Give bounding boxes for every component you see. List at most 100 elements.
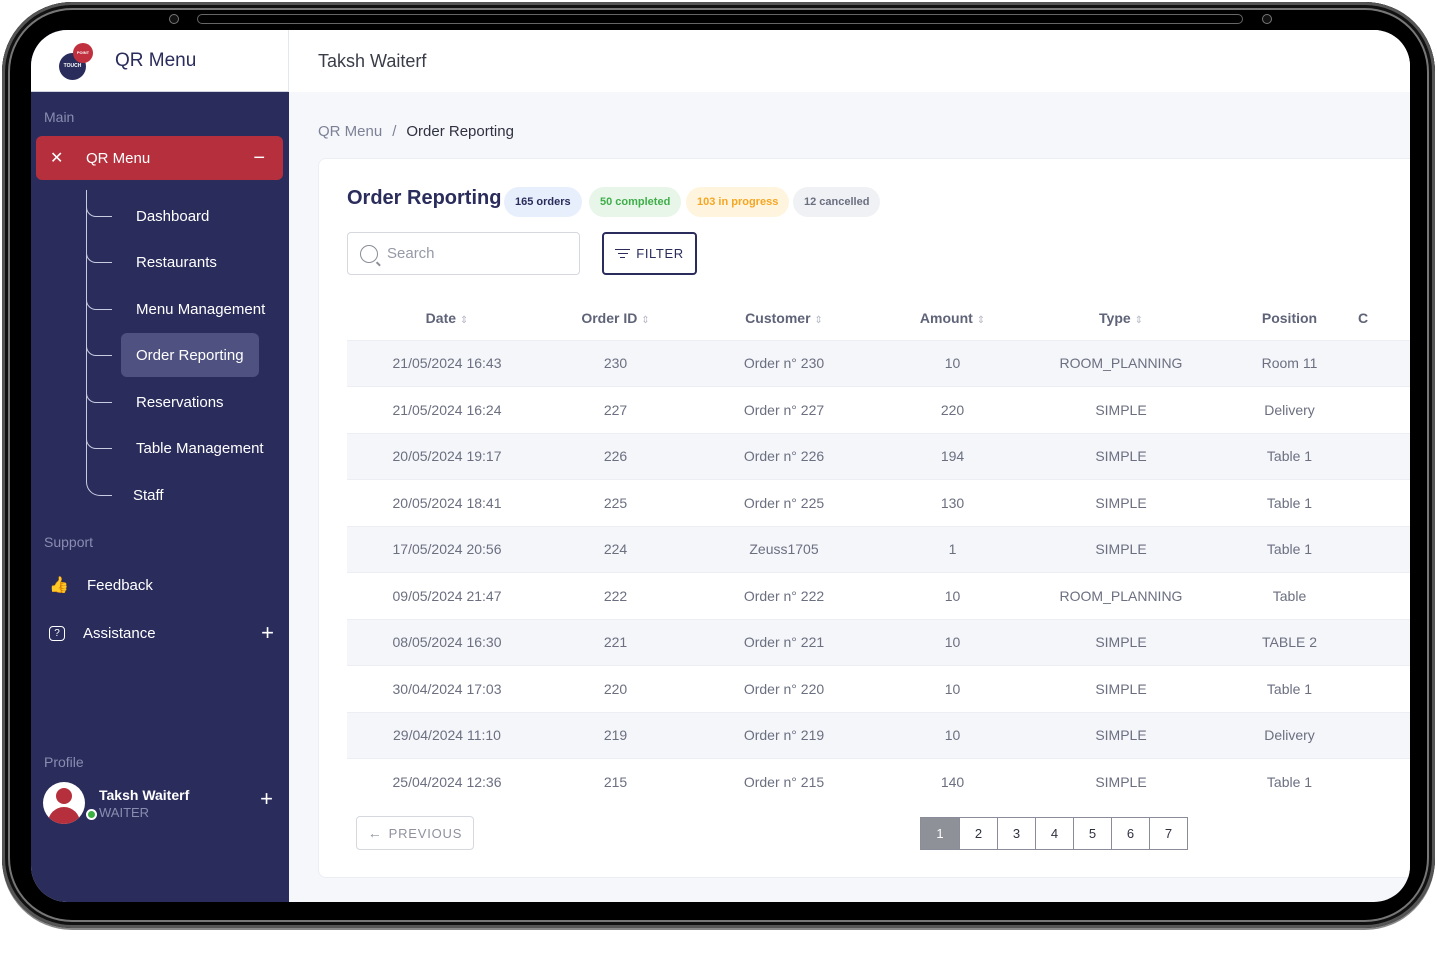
table-cell: Order n° 225 — [684, 479, 884, 526]
sort-icon[interactable]: ⇕ — [814, 315, 822, 326]
collapse-icon[interactable]: − — [253, 147, 265, 170]
table-row[interactable]: 08/05/2024 16:30 221 Order n° 221 10 SIMPLE T… — [347, 618, 1410, 666]
sidebar-item-feedback[interactable]: 👍 Feedback — [49, 570, 274, 600]
search-box[interactable] — [347, 232, 580, 275]
table-row[interactable]: 21/05/2024 16:43 230 Order n° 230 10 ROOM_PL… — [347, 339, 1410, 387]
column-header[interactable]: Type ⇕ — [1021, 296, 1221, 340]
table-cell: 222 — [547, 572, 684, 619]
page-button[interactable]: 4 — [1035, 818, 1073, 849]
sort-icon[interactable]: ⇕ — [641, 315, 649, 326]
sidebar-item-dashboard[interactable]: Dashboard — [121, 194, 259, 238]
table-row[interactable]: 20/05/2024 18:41 225 Order n° 225 130 SIMPLE… — [347, 479, 1410, 526]
sidebar-item-staff[interactable]: Staff — [118, 473, 256, 517]
sidebar-item-order-reporting[interactable]: Order Reporting — [121, 333, 259, 377]
table-cell: Delivery — [1221, 386, 1358, 433]
table-cell — [1358, 665, 1410, 712]
table-row[interactable]: 25/04/2024 12:36 215 Order n° 215 140 SIMPLE… — [347, 758, 1410, 805]
table-cell: ROOM_PLANNING — [1021, 572, 1221, 619]
camera-dot — [169, 14, 179, 24]
sidebar-item-assistance[interactable]: ? Assistance + — [49, 618, 274, 648]
table-cell: SIMPLE — [1021, 432, 1221, 480]
sidebar-item-table-management[interactable]: Table Management — [121, 426, 266, 470]
table-row[interactable]: 30/04/2024 17:03 220 Order n° 220 10 SIMPLE T… — [347, 665, 1410, 712]
tree-branch — [86, 439, 112, 449]
help-chat-icon: ? — [49, 625, 65, 641]
sort-icon[interactable]: ⇕ — [1135, 315, 1143, 326]
column-header-label: Position — [1261, 309, 1318, 326]
tree-branch-last — [86, 468, 112, 496]
table-cell: 224 — [547, 525, 684, 573]
table-row[interactable]: 21/05/2024 16:24 227 Order n° 227 220 SIMPLE… — [347, 386, 1410, 433]
table-cell: 194 — [884, 432, 1021, 480]
table-cell: SIMPLE — [1021, 386, 1221, 433]
table-row[interactable]: 17/05/2024 20:56 224 Zeuss1705 1 SIMPLE Table… — [347, 525, 1410, 573]
table-cell: TABLE 2 — [1221, 618, 1358, 666]
brand-header[interactable]: TOUCH POINT QR Menu — [31, 30, 289, 92]
table-cell: 215 — [547, 758, 684, 805]
table-cell: 10 — [884, 618, 1021, 666]
page-button[interactable]: 5 — [1073, 818, 1111, 849]
breadcrumb: QR Menu / Order Reporting — [318, 123, 514, 140]
table-cell: 09/05/2024 21:47 — [347, 572, 547, 619]
table-cell — [1358, 339, 1410, 387]
filter-button[interactable]: FILTER — [602, 232, 697, 275]
table-cell: 226 — [547, 432, 684, 480]
table-cell: 10 — [884, 665, 1021, 712]
expand-icon[interactable]: + — [261, 620, 274, 646]
table-row[interactable]: 20/05/2024 19:17 226 Order n° 226 194 SIMPLE… — [347, 432, 1410, 480]
app-screen: TOUCH POINT QR Menu Main ✕ QR Menu − Das… — [31, 30, 1410, 902]
table-cell: Table 1 — [1221, 525, 1358, 573]
column-header-label: Order ID — [581, 309, 638, 326]
table-cell — [1358, 572, 1410, 619]
table-body: 21/05/2024 16:43 230 Order n° 230 10 ROOM_PL… — [347, 339, 1410, 805]
table-cell: Order n° 226 — [684, 432, 884, 480]
page-button[interactable]: 3 — [997, 818, 1035, 849]
page-button[interactable]: 2 — [959, 818, 997, 849]
tree-branch — [86, 300, 112, 310]
profile-name: Taksh Waiterf — [99, 786, 190, 803]
section-label-profile: Profile — [44, 754, 84, 770]
table-cell: SIMPLE — [1021, 618, 1221, 666]
column-header-label: Type — [1099, 309, 1131, 326]
sidebar-group-qr-menu[interactable]: ✕ QR Menu − — [36, 136, 283, 180]
page-button[interactable]: 7 — [1149, 818, 1187, 849]
badge-completed: 50 completed — [589, 187, 682, 217]
column-header[interactable]: Date ⇕ — [347, 296, 547, 340]
column-header: C — [1358, 296, 1410, 340]
profile-expand-icon[interactable]: + — [260, 786, 273, 812]
column-header[interactable]: Amount ⇕ — [884, 296, 1021, 340]
table-cell — [1358, 525, 1410, 573]
sidebar-item-label: Feedback — [87, 576, 153, 594]
sort-icon[interactable]: ⇕ — [977, 315, 985, 326]
sort-icon[interactable]: ⇕ — [460, 315, 468, 326]
table-row[interactable]: 09/05/2024 21:47 222 Order n° 222 10 ROOM_PL… — [347, 572, 1410, 619]
table-cell — [1358, 758, 1410, 805]
profile-card[interactable]: Taksh Waiterf WAITER + — [43, 780, 273, 826]
table-cell: Order n° 222 — [684, 572, 884, 619]
table-cell: SIMPLE — [1021, 758, 1221, 805]
table-cell: 25/04/2024 12:36 — [347, 758, 547, 805]
breadcrumb-parent-link[interactable]: QR Menu — [318, 123, 382, 140]
column-header[interactable]: Customer ⇕ — [684, 296, 884, 340]
table-cell — [1358, 711, 1410, 759]
previous-page-button[interactable]: ← PREVIOUS — [356, 816, 474, 850]
page-button[interactable]: 6 — [1111, 818, 1149, 849]
table-cell: Order n° 215 — [684, 758, 884, 805]
tree-branch — [86, 253, 112, 263]
table-cell: Table 1 — [1221, 432, 1358, 480]
column-header-label: Amount — [919, 309, 973, 326]
sidebar-item-restaurants[interactable]: Restaurants — [121, 240, 259, 284]
sidebar-item-menu-management[interactable]: Menu Management — [121, 287, 266, 331]
column-header[interactable]: Order ID ⇕ — [547, 296, 684, 340]
table-cell: Order n° 221 — [684, 618, 884, 666]
sidebar-item-reservations[interactable]: Reservations — [121, 380, 259, 424]
page-button[interactable]: 1 — [921, 818, 959, 849]
table-cell: Order n° 220 — [684, 665, 884, 712]
search-input[interactable] — [387, 245, 557, 262]
table-cell: Table — [1221, 572, 1358, 619]
profile-role: WAITER — [99, 804, 150, 820]
pagination: 1234567 — [920, 817, 1188, 850]
table-header-row: Date ⇕ Order ID ⇕ Customer ⇕ Amount ⇕ Type ⇕… — [347, 296, 1410, 340]
table-row[interactable]: 29/04/2024 11:10 219 Order n° 219 10 SIMPLE D… — [347, 711, 1410, 759]
arrow-left-icon: ← — [367, 825, 383, 841]
